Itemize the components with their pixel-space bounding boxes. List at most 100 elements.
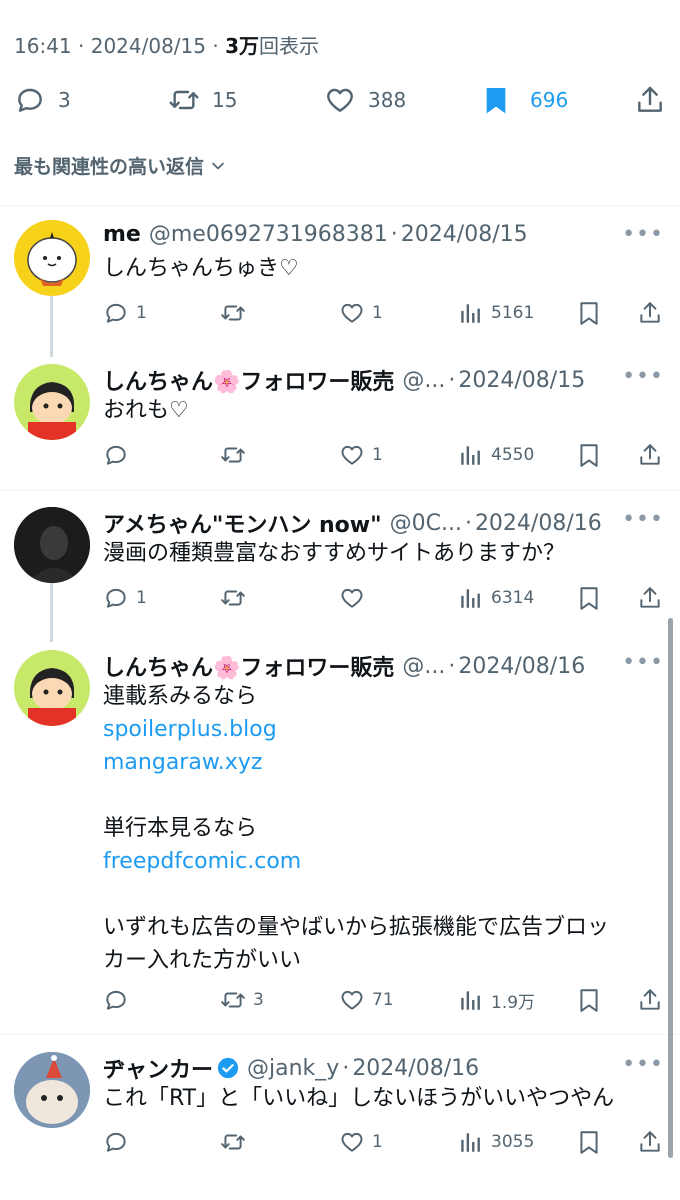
analytics-button[interactable]: 1.9万 bbox=[458, 983, 535, 1017]
tweet-date[interactable]: 2024/08/16 bbox=[352, 1056, 479, 1081]
bookmark-button[interactable]: 696 bbox=[480, 80, 568, 120]
view-count-suffix: 回表示 bbox=[259, 34, 319, 58]
reply-count: 3 bbox=[58, 88, 71, 112]
user-handle[interactable]: @... bbox=[402, 654, 445, 679]
scrollbar[interactable] bbox=[668, 618, 673, 1158]
share-button[interactable] bbox=[637, 438, 663, 472]
avatar[interactable] bbox=[14, 507, 90, 583]
share-icon bbox=[640, 1131, 660, 1152]
avatar[interactable] bbox=[14, 364, 90, 440]
bookmark-button[interactable] bbox=[576, 296, 602, 330]
tweet-date[interactable]: 2024/08/15 bbox=[458, 368, 585, 393]
share-button[interactable] bbox=[637, 296, 663, 330]
tweet-date[interactable]: 2024/08/16 bbox=[475, 511, 602, 536]
share-button[interactable] bbox=[637, 1125, 663, 1159]
more-options-icon[interactable]: ••• bbox=[622, 222, 664, 247]
heart-icon bbox=[327, 88, 353, 112]
tweet-date[interactable]: 2024/08/16 bbox=[458, 654, 585, 679]
like-button[interactable]: 71 bbox=[339, 983, 394, 1017]
text-line: カー入れた方がいい bbox=[103, 948, 302, 973]
like-button[interactable] bbox=[339, 581, 365, 615]
heart-icon bbox=[341, 990, 363, 1010]
tweet-actions: 1 6314 bbox=[0, 581, 680, 615]
bookmark-button[interactable] bbox=[576, 581, 602, 615]
like-button[interactable]: 1 bbox=[339, 1125, 383, 1159]
analytics-icon bbox=[461, 589, 480, 608]
reply-sort-selector[interactable]: 最も関連性の高い返信 bbox=[14, 152, 228, 179]
reply-button[interactable]: 1 bbox=[103, 296, 147, 330]
analytics-icon bbox=[461, 446, 480, 465]
analytics-button[interactable]: 5161 bbox=[458, 296, 534, 330]
analytics-button[interactable]: 3055 bbox=[458, 1125, 534, 1159]
retweet-button[interactable] bbox=[220, 438, 246, 472]
display-name[interactable]: me bbox=[103, 222, 141, 247]
link-spoilerplus[interactable]: spoilerplus.blog bbox=[103, 713, 658, 746]
tweet-date[interactable]: 2024/08/15 bbox=[401, 222, 528, 247]
like-button[interactable]: 388 bbox=[324, 80, 406, 120]
more-options-icon[interactable]: ••• bbox=[622, 364, 664, 389]
chevron-down-icon bbox=[212, 162, 224, 170]
share-button[interactable] bbox=[637, 581, 663, 615]
analytics-icon bbox=[461, 1133, 480, 1152]
like-button[interactable]: 1 bbox=[339, 296, 383, 330]
retweet-button[interactable] bbox=[220, 581, 246, 615]
user-handle[interactable]: @0C... bbox=[390, 511, 462, 536]
share-icon bbox=[640, 989, 660, 1010]
reply-count: 1 bbox=[136, 303, 147, 323]
post-time: 16:41 bbox=[14, 34, 72, 58]
view-count: 4550 bbox=[491, 445, 535, 465]
reply-button[interactable] bbox=[103, 983, 129, 1017]
text-line: 連載系みるなら bbox=[103, 684, 258, 709]
tweet-actions: 1 3055 bbox=[0, 1125, 680, 1159]
reply-button[interactable] bbox=[103, 1125, 129, 1159]
retweet-button[interactable]: 3 bbox=[220, 983, 264, 1017]
reply-button[interactable]: 3 bbox=[14, 80, 71, 120]
bookmark-icon bbox=[580, 444, 598, 467]
link-freepdfcomic[interactable]: freepdfcomic.com bbox=[103, 845, 658, 878]
more-options-icon[interactable]: ••• bbox=[622, 1052, 664, 1077]
reply-icon bbox=[106, 588, 126, 608]
more-options-icon[interactable]: ••• bbox=[622, 650, 664, 675]
display-name[interactable]: しんちゃん🌸フォロワー販売 bbox=[103, 364, 394, 396]
bookmark-button[interactable] bbox=[576, 1125, 602, 1159]
view-count: 5161 bbox=[491, 303, 535, 323]
reply-icon bbox=[106, 303, 126, 323]
link-mangaraw[interactable]: mangaraw.xyz bbox=[103, 746, 658, 779]
avatar[interactable] bbox=[14, 220, 90, 296]
share-button[interactable] bbox=[637, 983, 663, 1017]
avatar[interactable] bbox=[14, 650, 90, 726]
reply-count: 1 bbox=[136, 588, 147, 608]
user-handle[interactable]: @... bbox=[402, 368, 445, 393]
display-name[interactable]: ヂャンカー bbox=[103, 1052, 213, 1084]
display-name[interactable]: アメちゃん"モンハン now" bbox=[103, 507, 382, 539]
user-handle[interactable]: @jank_y bbox=[247, 1056, 339, 1081]
reply-button[interactable] bbox=[103, 438, 129, 472]
analytics-icon bbox=[461, 304, 480, 323]
tweet-header: アメちゃん"モンハン now" @0C... · 2024/08/16 bbox=[103, 507, 610, 539]
analytics-button[interactable]: 6314 bbox=[458, 581, 534, 615]
share-icon bbox=[640, 444, 660, 465]
retweet-button[interactable] bbox=[220, 296, 246, 330]
display-name[interactable]: しんちゃん🌸フォロワー販売 bbox=[103, 650, 394, 682]
share-button[interactable] bbox=[634, 80, 666, 120]
like-button[interactable]: 1 bbox=[339, 438, 383, 472]
reply-icon bbox=[18, 88, 42, 112]
retweet-button[interactable]: 15 bbox=[168, 80, 237, 120]
post-action-bar: 3 15 388 696 bbox=[0, 80, 680, 120]
like-count: 71 bbox=[372, 990, 394, 1010]
user-handle[interactable]: @me0692731968381 bbox=[149, 222, 388, 247]
more-options-icon[interactable]: ••• bbox=[622, 507, 664, 532]
tweet-text: これ「RT」と「いいね」しないほうがいいやつやん bbox=[103, 1086, 615, 1111]
analytics-button[interactable]: 4550 bbox=[458, 438, 534, 472]
bookmark-button[interactable] bbox=[576, 438, 602, 472]
tweet-text: しんちゃんちゅき♡ bbox=[103, 256, 299, 281]
reply-button[interactable]: 1 bbox=[103, 581, 147, 615]
retweet-button[interactable] bbox=[220, 1125, 246, 1159]
retweet-icon bbox=[221, 305, 245, 321]
bookmark-count: 696 bbox=[530, 88, 569, 112]
bookmark-button[interactable] bbox=[576, 983, 602, 1017]
like-count: 388 bbox=[368, 88, 407, 112]
like-count: 1 bbox=[372, 303, 383, 323]
avatar[interactable] bbox=[14, 1052, 90, 1128]
divider bbox=[0, 1034, 680, 1035]
